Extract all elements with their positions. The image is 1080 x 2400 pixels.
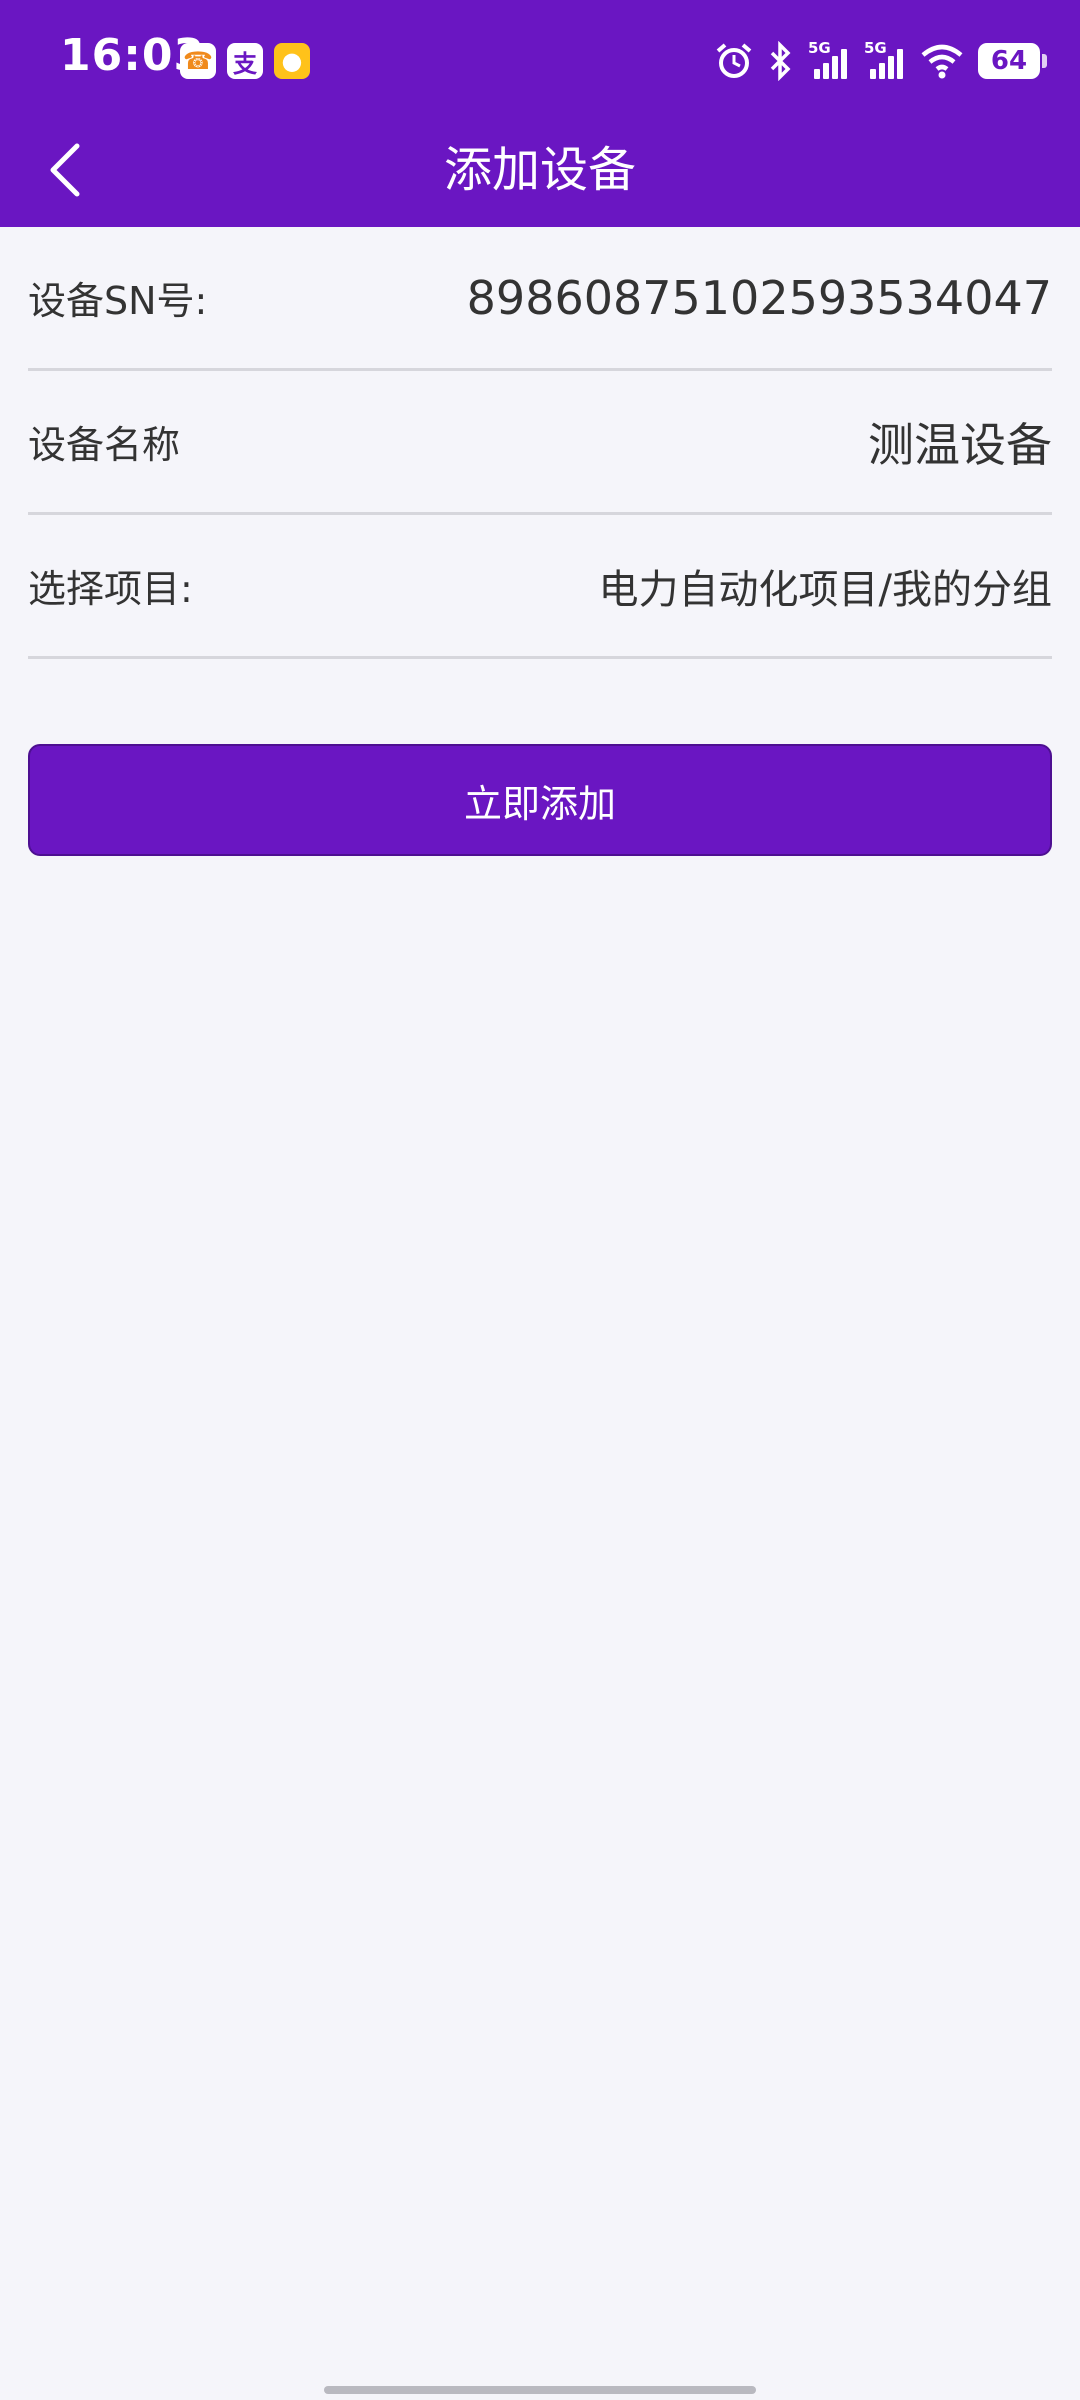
status-bar: 16:03 ☎ 支 ● 5G 5G 64 (0, 0, 1080, 120)
add-device-page: 16:03 ☎ 支 ● 5G 5G 64 添加设备 设备SN号: 8986087… (0, 0, 1080, 2400)
sn-value[interactable]: 89860875102593534047 (467, 271, 1052, 325)
status-icons: 5G 5G 64 (714, 38, 1047, 84)
project-value[interactable]: 电力自动化项目/我的分组 (599, 557, 1052, 615)
bluetooth-icon (768, 41, 794, 81)
battery-icon: 64 (978, 43, 1047, 79)
device-form: 设备SN号: 89860875102593534047 设备名称 测温设备 选择… (0, 227, 1080, 659)
page-title: 添加设备 (443, 142, 636, 198)
add-now-button[interactable]: 立即添加 (28, 744, 1052, 856)
name-value[interactable]: 测温设备 (868, 409, 1052, 475)
wifi-icon (920, 43, 964, 79)
alarm-icon (714, 41, 754, 81)
sn-row[interactable]: 设备SN号: 89860875102593534047 (28, 227, 1052, 371)
alipay-icon: 支 (227, 43, 263, 79)
home-indicator[interactable] (324, 2386, 756, 2394)
coin-app-icon: ● (274, 43, 310, 79)
nav-bar: 添加设备 (0, 120, 1080, 227)
signal-icon: 5G (808, 39, 850, 81)
signal-label: 5G (864, 39, 887, 57)
signal-icon: 5G (864, 39, 906, 81)
sn-label: 设备SN号: (28, 279, 208, 323)
project-row[interactable]: 选择项目: 电力自动化项目/我的分组 (28, 515, 1052, 659)
header: 16:03 ☎ 支 ● 5G 5G 64 添加设备 (0, 0, 1080, 227)
name-row[interactable]: 设备名称 测温设备 (28, 371, 1052, 515)
signal-label: 5G (808, 39, 831, 57)
project-label: 选择项目: (28, 567, 193, 611)
app-notification-icon: ☎ (180, 43, 216, 79)
name-label: 设备名称 (28, 423, 181, 467)
